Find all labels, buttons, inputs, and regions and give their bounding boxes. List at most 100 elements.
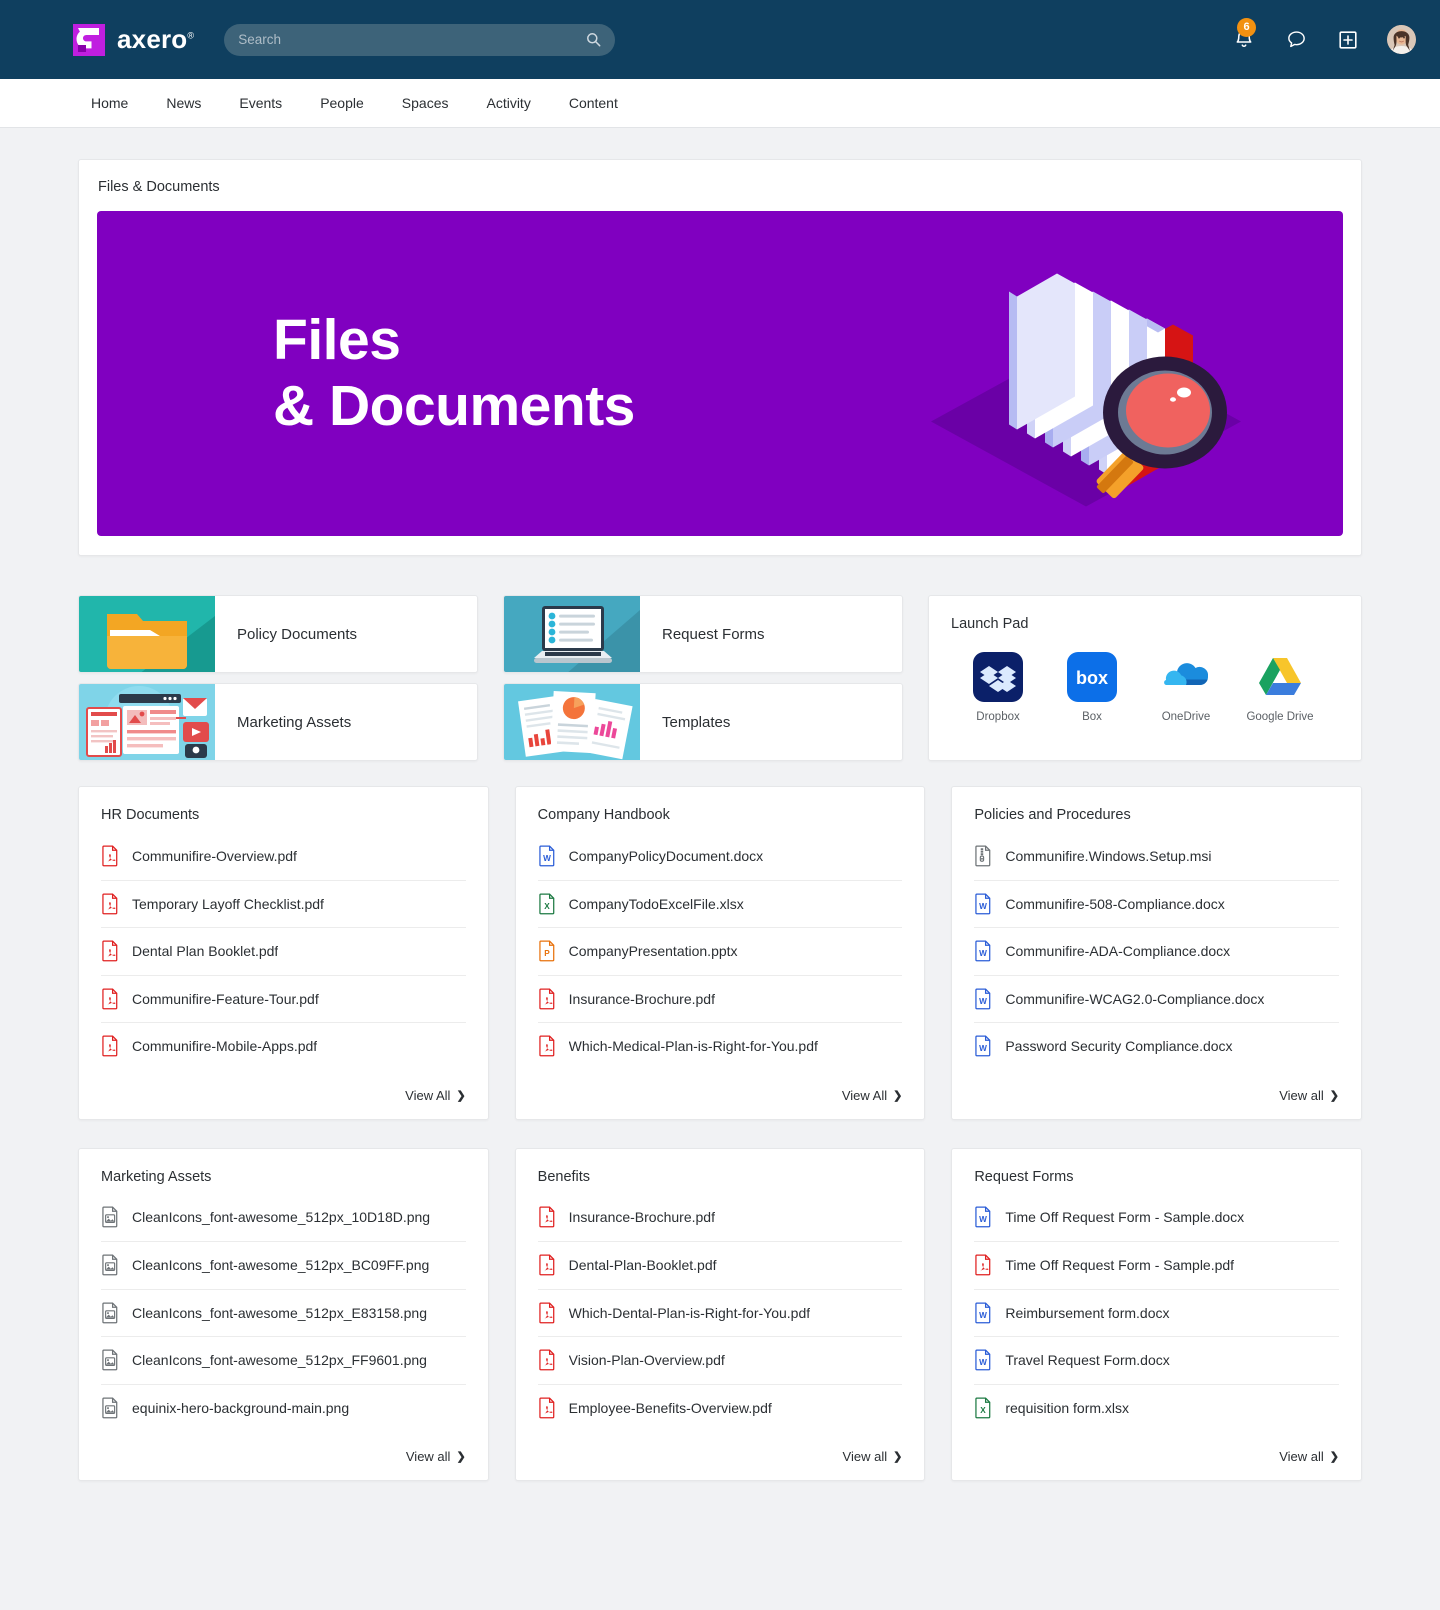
create-button[interactable] bbox=[1335, 27, 1361, 53]
chevron-right-icon: ❯ bbox=[1329, 1089, 1339, 1102]
brand-text: axero bbox=[117, 24, 188, 54]
file-list-item[interactable]: W Time Off Request Form - Sample.docx bbox=[974, 1194, 1339, 1242]
panel-benefits: Benefits Insurance-Brochure.pdf Dental-P… bbox=[514, 1147, 926, 1481]
file-name: Reimbursement form.docx bbox=[1005, 1304, 1170, 1321]
marketing-dashboard-illustration bbox=[79, 684, 215, 760]
dropbox-icon bbox=[973, 652, 1023, 702]
view-all-link[interactable]: View all ❯ bbox=[843, 1449, 903, 1464]
file-list-item[interactable]: W Reimbursement form.docx bbox=[974, 1288, 1339, 1337]
hero-banner[interactable]: Files & Documents bbox=[97, 211, 1343, 536]
shortcut-label: Request Forms bbox=[662, 625, 765, 643]
view-all-link[interactable]: View all ❯ bbox=[406, 1449, 466, 1464]
file-list-item[interactable]: Communifire-Overview.pdf bbox=[101, 832, 466, 880]
file-list: W CompanyPolicyDocument.docx X CompanyTodo… bbox=[537, 832, 903, 1070]
file-name: CompanyPolicyDocument.docx bbox=[568, 847, 764, 864]
docx-file-icon: W bbox=[974, 1206, 993, 1228]
shortcut-templates[interactable]: Templates bbox=[503, 683, 903, 761]
file-list-item[interactable]: Communifire.Windows.Setup.msi bbox=[974, 832, 1339, 880]
notifications-button[interactable]: 6 bbox=[1231, 17, 1257, 53]
pdf-file-icon bbox=[538, 1397, 557, 1419]
file-list-item[interactable]: Employee-Benefits-Overview.pdf bbox=[537, 1383, 903, 1432]
file-list-item[interactable]: Dental Plan Booklet.pdf bbox=[101, 927, 466, 975]
hero-card: Files & Documents Files & Documents bbox=[78, 159, 1362, 556]
nav-item-people[interactable]: People bbox=[301, 79, 383, 128]
docx-file-icon: W bbox=[974, 1349, 993, 1371]
file-list-item[interactable]: Temporary Layoff Checklist.pdf bbox=[101, 879, 466, 928]
file-list-item[interactable]: Communifire-Feature-Tour.pdf bbox=[101, 974, 466, 1023]
file-list-item[interactable]: Vision-Plan-Overview.pdf bbox=[537, 1336, 903, 1384]
page-title: Files & Documents bbox=[98, 179, 220, 195]
file-list-item[interactable]: X CompanyTodoExcelFile.xlsx bbox=[537, 879, 903, 928]
shortcut-request-forms[interactable]: Request Forms bbox=[503, 595, 903, 673]
file-name: Password Security Compliance.docx bbox=[1005, 1038, 1233, 1055]
file-list-item[interactable]: Which-Medical-Plan-is-Right-for-You.pdf bbox=[537, 1022, 903, 1070]
view-all-link[interactable]: View all ❯ bbox=[1279, 1449, 1339, 1464]
file-list-item[interactable]: CleanIcons_font-awesome_512px_BC09FF.png bbox=[101, 1241, 466, 1289]
panel-title: Marketing Assets bbox=[101, 1168, 212, 1185]
file-list-item[interactable]: Xrequisition form.xlsx bbox=[974, 1383, 1339, 1432]
svg-text:W: W bbox=[979, 1044, 987, 1053]
nav-item-events[interactable]: Events bbox=[220, 79, 301, 128]
hero-heading-line2: & Documents bbox=[273, 373, 635, 438]
file-name: Travel Request Form.docx bbox=[1005, 1352, 1170, 1369]
search-icon[interactable] bbox=[586, 32, 601, 47]
hero-heading: Files & Documents bbox=[273, 308, 635, 439]
file-list-item[interactable]: Insurance-Brochure.pdf bbox=[537, 974, 903, 1023]
search-bar[interactable] bbox=[224, 23, 616, 56]
launch-pad-item-onedrive[interactable]: OneDrive bbox=[1139, 652, 1233, 723]
file-name: CompanyPresentation.pptx bbox=[568, 943, 738, 960]
file-name: Communifire-508-Compliance.docx bbox=[1005, 895, 1225, 912]
file-name: requisition form.xlsx bbox=[1005, 1399, 1130, 1416]
search-input[interactable] bbox=[238, 32, 587, 47]
file-list-item[interactable]: W Communifire-508-Compliance.docx bbox=[974, 879, 1339, 928]
file-list-item[interactable]: CleanIcons_font-awesome_512px_10D18D.png bbox=[101, 1194, 466, 1242]
view-all-link[interactable]: View All ❯ bbox=[842, 1088, 903, 1103]
png-file-icon bbox=[101, 1254, 120, 1276]
messages-button[interactable] bbox=[1283, 27, 1309, 53]
file-list-item[interactable]: CleanIcons_font-awesome_512px_E83158.png bbox=[101, 1288, 466, 1337]
file-list-item[interactable]: Dental-Plan-Booklet.pdf bbox=[537, 1241, 903, 1289]
pdf-file-icon bbox=[101, 893, 120, 915]
user-avatar[interactable] bbox=[1387, 25, 1416, 54]
file-name: Temporary Layoff Checklist.pdf bbox=[132, 895, 324, 912]
file-list-item[interactable]: Communifire-Mobile-Apps.pdf bbox=[101, 1022, 466, 1070]
file-list-item[interactable]: Time Off Request Form - Sample.pdf bbox=[974, 1241, 1339, 1289]
file-list-item[interactable]: CleanIcons_font-awesome_512px_FF9601.png bbox=[101, 1336, 466, 1384]
file-list-item[interactable]: W Travel Request Form.docx bbox=[974, 1336, 1339, 1384]
view-all-label: View All bbox=[841, 1087, 888, 1103]
svg-text:W: W bbox=[979, 1311, 987, 1320]
file-list-item[interactable]: W Communifire-ADA-Compliance.docx bbox=[974, 927, 1339, 975]
launch-pad-item-dropbox[interactable]: Dropbox bbox=[951, 652, 1045, 723]
chevron-right-icon: ❯ bbox=[1329, 1451, 1339, 1463]
file-list: CleanIcons_font-awesome_512px_10D18D.png… bbox=[101, 1194, 466, 1432]
shortcut-marketing-assets[interactable]: Marketing Assets bbox=[78, 683, 478, 761]
file-list-item[interactable]: W Password Security Compliance.docx bbox=[974, 1022, 1339, 1070]
nav-item-content[interactable]: Content bbox=[550, 79, 637, 128]
view-all-link[interactable]: View All ❯ bbox=[405, 1088, 466, 1103]
brand-logo[interactable]: axero® bbox=[72, 23, 194, 57]
file-list-item[interactable]: Insurance-Brochure.pdf bbox=[538, 1194, 903, 1242]
file-list-item[interactable]: P CompanyPresentation.pptx bbox=[537, 927, 903, 975]
launch-pad-item-google-drive[interactable]: Google Drive bbox=[1233, 652, 1327, 723]
file-list-item[interactable]: W Communifire-WCAG2.0-Compliance.docx bbox=[974, 974, 1339, 1023]
nav-item-news[interactable]: News bbox=[147, 79, 220, 128]
nav-item-spaces[interactable]: Spaces bbox=[383, 79, 468, 128]
launch-pad-item-box[interactable]: box Box bbox=[1045, 652, 1139, 723]
docx-file-icon: W bbox=[538, 845, 557, 867]
view-all-link[interactable]: View all ❯ bbox=[1279, 1088, 1339, 1103]
file-list: Insurance-Brochure.pdf Dental-Plan-Bookl… bbox=[537, 1194, 903, 1432]
file-list-item[interactable]: Which-Dental-Plan-is-Right-for-You.pdf bbox=[537, 1288, 903, 1337]
file-list-item[interactable]: W CompanyPolicyDocument.docx bbox=[538, 832, 903, 880]
nav-item-home[interactable]: Home bbox=[77, 79, 147, 128]
file-list-item[interactable]: equinix-hero-background-main.png bbox=[101, 1383, 466, 1432]
nav-item-activity[interactable]: Activity bbox=[467, 79, 549, 128]
file-name: Communifire-Feature-Tour.pdf bbox=[132, 990, 319, 1007]
docx-file-icon: W bbox=[974, 988, 993, 1010]
png-file-icon bbox=[101, 1206, 120, 1228]
view-all-label: View all bbox=[842, 1449, 888, 1464]
file-name: CleanIcons_font-awesome_512px_FF9601.png bbox=[132, 1352, 427, 1369]
png-file-icon bbox=[101, 1349, 120, 1371]
panel-request-forms: Request Forms W Time Off Request Form - S… bbox=[951, 1147, 1362, 1481]
svg-text:X: X bbox=[544, 902, 550, 911]
shortcut-policy-documents[interactable]: Policy Documents bbox=[78, 595, 478, 673]
